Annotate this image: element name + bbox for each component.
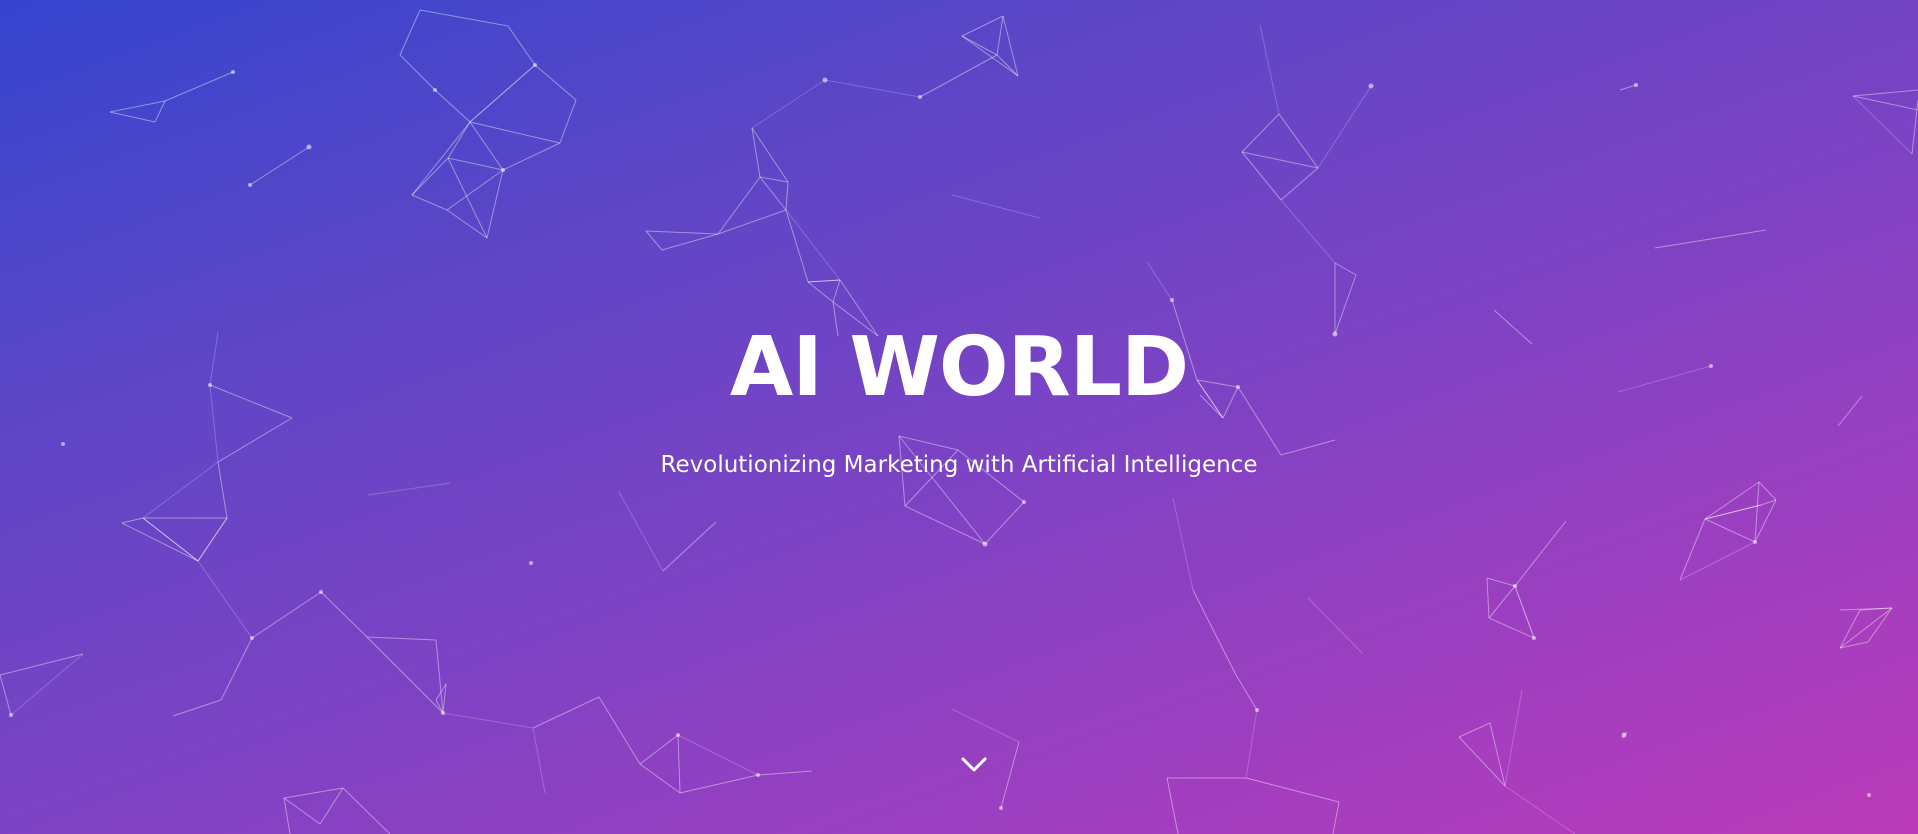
scroll-down-button[interactable] [956,750,992,780]
chevron-down-icon [961,757,987,772]
hero-section: AI WORLD Revolutionizing Marketing with … [0,0,1918,834]
hero-subtitle: Revolutionizing Marketing with Artificia… [660,452,1258,478]
hero-title: AI WORLD [729,320,1189,415]
